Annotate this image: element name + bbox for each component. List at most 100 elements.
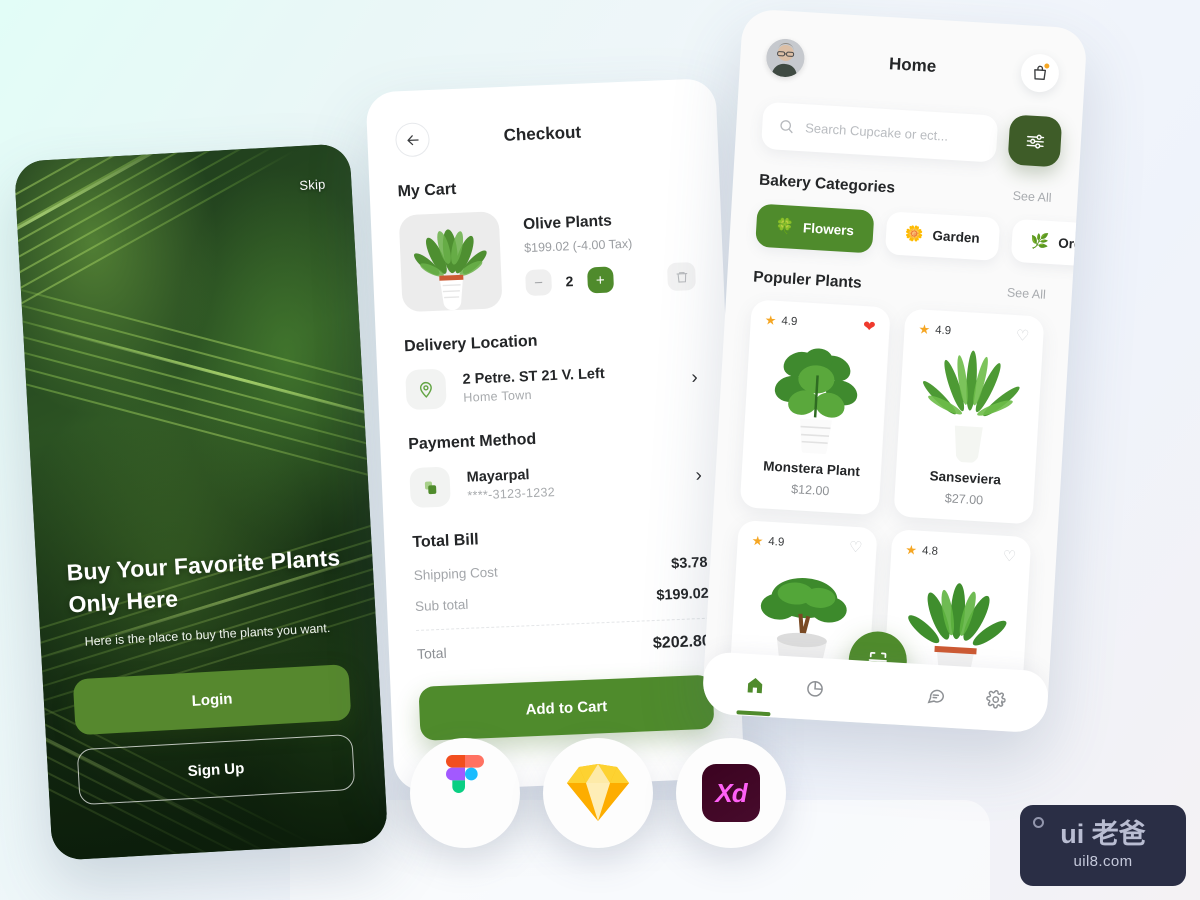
settings-gear-icon bbox=[986, 690, 1006, 709]
delete-item-button[interactable] bbox=[666, 261, 697, 292]
chat-icon bbox=[927, 689, 944, 704]
delivery-chevron-icon[interactable]: › bbox=[691, 367, 700, 389]
popular-see-all[interactable]: See All bbox=[1007, 286, 1047, 302]
category-chip-label: Garden bbox=[932, 228, 981, 246]
increase-quantity-button[interactable]: + bbox=[586, 266, 614, 294]
bill-divider bbox=[416, 617, 710, 631]
bill-label: Sub total bbox=[414, 596, 469, 614]
adobe-xd-logo: Xd bbox=[702, 764, 760, 822]
nav-item-stats[interactable] bbox=[802, 675, 829, 702]
payment-method-heading: Payment Method bbox=[407, 430, 537, 454]
category-chip-label: Flowers bbox=[802, 220, 855, 239]
cart-item-info: Olive Plants $199.02 (-4.00 Tax) − 2 + bbox=[499, 203, 697, 308]
design-tool-badges: Xd bbox=[410, 738, 786, 848]
quantity-stepper: − 2 + bbox=[525, 261, 697, 297]
cart-item-thumbnail bbox=[398, 211, 503, 313]
add-to-cart-button[interactable]: Add to Cart bbox=[418, 674, 715, 741]
payment-method-row[interactable]: Mayarpal ****-3123-1232 › bbox=[409, 456, 704, 509]
onboarding-title: Buy Your Favorite Plants Only Here bbox=[65, 544, 341, 618]
plant-price: $12.00 bbox=[790, 482, 830, 499]
watermark-brand: ui 老爸 bbox=[1060, 819, 1146, 849]
my-cart-heading: My Cart bbox=[397, 180, 457, 201]
filter-button[interactable] bbox=[1007, 114, 1063, 168]
plant-card-header: ★ 4.9 ❤ bbox=[760, 312, 880, 335]
onboarding-content: Buy Your Favorite Plants Only Here Here … bbox=[65, 541, 356, 806]
monstera-illustration bbox=[774, 348, 857, 457]
payment-chevron-icon[interactable]: › bbox=[695, 465, 704, 487]
favorite-heart-icon[interactable]: ♡ bbox=[1015, 327, 1029, 345]
arrow-left-icon bbox=[406, 134, 419, 145]
search-box[interactable] bbox=[760, 101, 999, 163]
olive-plant-image bbox=[414, 229, 487, 311]
map-pin-badge bbox=[405, 368, 447, 411]
bill-row: Shipping Cost $3.78 bbox=[413, 555, 707, 583]
nav-item-chat[interactable] bbox=[922, 682, 949, 709]
cart-item-row: Olive Plants $199.02 (-4.00 Tax) − 2 + bbox=[398, 203, 697, 313]
phone-checkout: Checkout My Cart Olive Plants $199.02 (-… bbox=[365, 77, 745, 793]
sketch-badge[interactable] bbox=[543, 738, 653, 848]
back-button[interactable] bbox=[394, 122, 431, 158]
plant-card-header: ★ 4.9 ♡ bbox=[747, 533, 867, 556]
star-icon: ★ bbox=[904, 541, 918, 558]
star-icon: ★ bbox=[918, 321, 931, 338]
wallet-badge bbox=[409, 466, 451, 509]
phone-home: Home Search Cupcake or ect... Bakery Cat… bbox=[701, 8, 1088, 734]
sliders-icon bbox=[1026, 134, 1044, 149]
adobe-xd-badge[interactable]: Xd bbox=[676, 738, 786, 848]
poster-stage: Skip Buy Your Favorite Plants Only Here … bbox=[0, 0, 1200, 900]
bill-total-row: Total $202.80 bbox=[417, 633, 711, 663]
sunflower-icon: 🌼 bbox=[904, 225, 925, 244]
delivery-text: 2 Petre. ST 21 V. Left Home Town bbox=[445, 362, 692, 405]
plant-image bbox=[907, 341, 1033, 466]
favorite-heart-icon[interactable]: ♡ bbox=[1002, 547, 1016, 565]
home-header: Home bbox=[765, 10, 1061, 94]
page-title: Home bbox=[888, 54, 937, 76]
cart-bag-button[interactable] bbox=[1019, 53, 1061, 94]
category-chip-flowers[interactable]: 🍀 Flowers bbox=[755, 203, 875, 254]
figma-logo bbox=[446, 755, 484, 793]
bill-label: Shipping Cost bbox=[413, 564, 499, 583]
nav-active-indicator bbox=[736, 710, 771, 717]
home-icon bbox=[747, 677, 763, 694]
watermark-dot-icon bbox=[1033, 817, 1044, 828]
clover-icon: 🍀 bbox=[774, 217, 795, 236]
login-button[interactable]: Login bbox=[72, 664, 352, 736]
category-chip-label: Organic bbox=[1057, 235, 1088, 254]
plant-card-row: ★ 4.9 ❤ Monstera Plant $12.00 ★ 4.9 ♡ Sa… bbox=[739, 299, 1045, 525]
trash-icon bbox=[675, 271, 687, 283]
categories-see-all[interactable]: See All bbox=[1012, 189, 1052, 205]
popular-section-header: Populer Plants See All bbox=[753, 268, 1047, 303]
payment-text: Mayarpal ****-3123-1232 bbox=[449, 460, 696, 503]
watermark: ui 老爸 uil8.com bbox=[1020, 805, 1186, 886]
category-chip-garden[interactable]: 🌼 Garden bbox=[884, 211, 1000, 261]
decrease-quantity-button[interactable]: − bbox=[525, 269, 553, 297]
delivery-location-row[interactable]: 2 Petre. ST 21 V. Left Home Town › bbox=[405, 358, 700, 411]
plant-image bbox=[753, 332, 879, 457]
checkout-header: Checkout bbox=[393, 79, 690, 158]
plant-card[interactable]: ★ 4.9 ♡ bbox=[893, 308, 1045, 525]
rating-value: 4.9 bbox=[767, 535, 785, 549]
quantity-value: 2 bbox=[565, 273, 574, 290]
cart-item-price: $199.02 (-4.00 Tax) bbox=[523, 236, 633, 256]
plant-price: $27.00 bbox=[944, 491, 984, 508]
figma-badge[interactable] bbox=[410, 738, 520, 848]
user-avatar[interactable] bbox=[765, 37, 806, 79]
search-icon bbox=[780, 120, 793, 134]
pie-chart-icon bbox=[807, 681, 824, 697]
avatar-photo bbox=[766, 38, 805, 78]
favorite-heart-icon[interactable]: ♡ bbox=[849, 538, 863, 556]
plant-card-header: ★ 4.9 ♡ bbox=[914, 321, 1034, 344]
total-bill-heading: Total Bill bbox=[412, 531, 480, 552]
phone-onboarding: Skip Buy Your Favorite Plants Only Here … bbox=[13, 143, 389, 861]
search-input[interactable] bbox=[804, 119, 982, 146]
plant-card[interactable]: ★ 4.9 ❤ Monstera Plant $12.00 bbox=[739, 299, 891, 516]
skip-button[interactable]: Skip bbox=[299, 177, 326, 193]
nav-item-home[interactable] bbox=[736, 672, 771, 717]
wallet-icon bbox=[424, 480, 436, 494]
category-chip-organic[interactable]: 🌿 Organic bbox=[1010, 218, 1088, 269]
plant-rating: ★ 4.9 bbox=[764, 312, 798, 330]
total-value: $202.80 bbox=[652, 632, 712, 653]
favorite-heart-icon[interactable]: ❤ bbox=[863, 318, 877, 336]
rating-value: 4.9 bbox=[934, 324, 952, 338]
nav-item-settings[interactable] bbox=[982, 686, 1009, 713]
